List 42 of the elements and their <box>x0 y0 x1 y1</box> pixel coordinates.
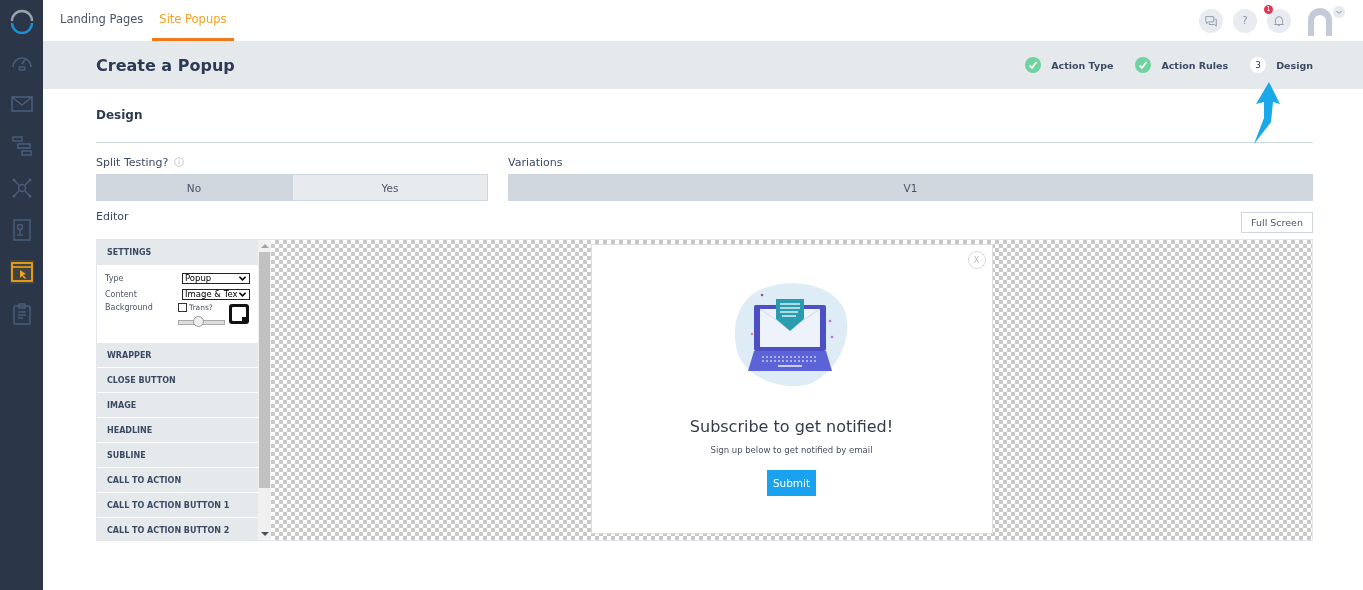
section-header[interactable]: IMAGE <box>97 393 258 418</box>
scrollbar[interactable] <box>258 240 271 540</box>
hierarchy-icon <box>9 134 34 158</box>
dropdown[interactable]: Image & Tex <box>182 288 250 300</box>
section-title: Design <box>96 108 144 124</box>
section-header[interactable]: CLOSE BUTTON <box>97 368 258 393</box>
field-label: Split Testing? <box>96 155 169 169</box>
toggle-option[interactable]: V1 <box>508 174 1313 201</box>
slider-thumb[interactable] <box>193 316 205 327</box>
chat-button[interactable] <box>1199 8 1223 33</box>
section-header[interactable]: WRAPPER <box>97 343 258 368</box>
logo-icon[interactable] <box>8 7 35 34</box>
field-label: Content <box>105 289 137 299</box>
caret-icon[interactable] <box>1333 5 1345 18</box>
field-label: Background <box>105 303 153 312</box>
section-header[interactable]: HEADLINE <box>97 418 258 443</box>
toggle-option[interactable]: Yes <box>292 174 488 201</box>
popup-headline: Subscribe to get notified! <box>689 417 894 436</box>
popup-window-icon <box>9 260 34 284</box>
step-number: 3 <box>1250 57 1267 73</box>
field-label: Editor <box>96 210 129 223</box>
popup-subline: Sign up below to get notified by email <box>710 445 873 455</box>
chat-icon <box>1204 13 1218 28</box>
bell-icon <box>1272 13 1286 28</box>
info-icon <box>174 157 185 167</box>
field-label: Type <box>105 273 124 283</box>
checkbox[interactable] <box>178 303 187 312</box>
step-label[interactable]: Action Rules <box>1161 59 1229 71</box>
step-label[interactable]: Action Type <box>1051 59 1114 71</box>
step-label[interactable]: Design <box>1276 59 1313 71</box>
color-swatch-icon[interactable] <box>228 303 250 325</box>
field-label: Variations <box>508 155 563 169</box>
section-header[interactable]: CALL TO ACTION <box>97 468 258 493</box>
dropdown[interactable]: Popup <box>182 272 250 284</box>
full-screen-button[interactable]: Full Screen <box>1241 212 1313 233</box>
section-header[interactable]: CALL TO ACTION BUTTON 1 <box>97 493 258 518</box>
toggle-option[interactable]: No <box>96 174 292 201</box>
page-title: Create a Popup <box>96 55 235 75</box>
section-header[interactable]: CALL TO ACTION BUTTON 2 <box>97 518 258 540</box>
section-header[interactable]: SUBLINE <box>97 443 258 468</box>
section-header[interactable]: SETTINGS <box>97 240 258 265</box>
nav-tab[interactable]: Landing Pages <box>53 0 151 41</box>
